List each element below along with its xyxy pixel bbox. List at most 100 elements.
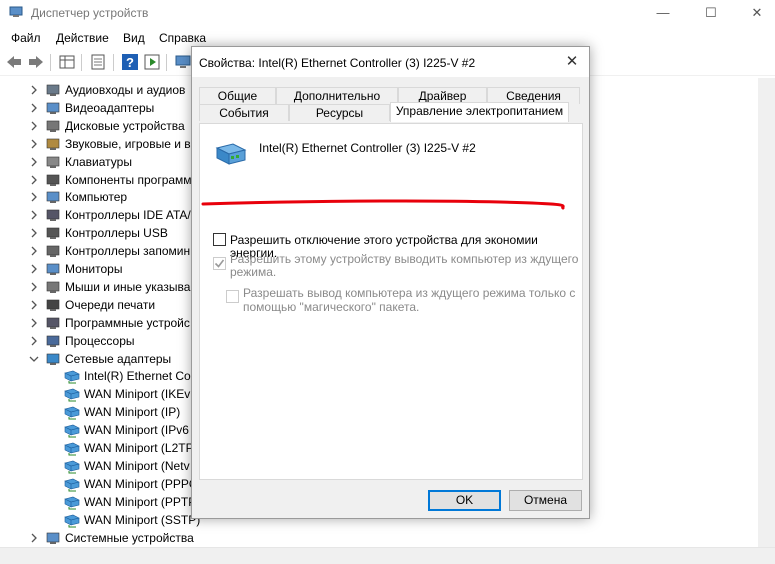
menu-file[interactable]: Файл [11,31,41,45]
device-category-icon [46,299,60,311]
chevron-right-icon[interactable] [29,174,39,186]
back-arrow-icon[interactable] [5,53,23,71]
tab-advanced[interactable]: Дополнительно [276,87,398,104]
allow-wake-label-line1: Разрешить этому устройству выводить комп… [230,252,579,266]
device-category-icon [46,335,60,347]
chevron-down-icon[interactable] [29,353,39,365]
minimize-button[interactable]: — [640,3,686,23]
tree-child-label: WAN Miniport (L2TP [84,441,194,455]
chevron-right-icon[interactable] [29,281,39,293]
menu-action[interactable]: Действие [56,31,109,45]
forward-arrow-icon[interactable] [27,53,45,71]
run-icon[interactable] [143,53,161,71]
network-adapter-icon [215,143,247,165]
document-icon[interactable] [89,53,107,71]
network-adapter-icon [64,371,80,384]
chevron-right-icon[interactable] [29,532,39,544]
tree-item[interactable]: Компьютер [0,188,200,206]
tree-child-item[interactable]: WAN Miniport (IKEv [0,385,200,403]
chevron-right-icon[interactable] [29,335,39,347]
tree-item[interactable]: Видеоадаптеры [0,99,200,117]
tab-general[interactable]: Общие [199,87,276,104]
chevron-right-icon[interactable] [29,138,39,150]
chevron-right-icon[interactable] [29,102,39,114]
dialog-title-bar: Свойства: Intel(R) Ethernet Controller (… [192,47,589,77]
tree-item-label: Звуковые, игровые и в [65,136,191,151]
device-category-icon [46,281,60,293]
chevron-right-icon[interactable] [29,299,39,311]
magic-packet-checkbox[interactable] [226,290,239,303]
network-adapter-icon [64,478,80,492]
network-adapter-icon [64,406,80,420]
tree-item[interactable]: Мониторы [0,260,200,278]
tree-item[interactable]: Компоненты программ [0,171,200,189]
allow-wake-checkbox[interactable] [213,257,226,270]
chevron-right-icon[interactable] [29,263,39,275]
tree-child-label: WAN Miniport (IPv6 [84,423,189,438]
chevron-right-icon[interactable] [29,156,39,168]
monitor-icon[interactable] [174,53,192,71]
menu-help[interactable]: Справка [159,31,206,45]
tree-item[interactable]: Процессоры [0,332,200,350]
title-bar: Диспетчер устройств — ☐ ✕ [0,0,775,26]
toolbar-separator [113,54,114,71]
ok-button[interactable]: OK [428,490,501,511]
chevron-right-icon[interactable] [29,317,39,329]
tree-child-item[interactable]: WAN Miniport (SSTP) [0,511,200,529]
tree-item[interactable]: Клавиатуры [0,153,200,171]
chevron-right-icon[interactable] [29,84,39,96]
tree-item[interactable]: Аудиовходы и аудиов [0,81,200,99]
close-window-button[interactable]: ✕ [734,3,775,23]
chevron-right-icon[interactable] [29,245,39,257]
chevron-right-icon[interactable] [29,227,39,239]
maximize-button[interactable]: ☐ [688,3,734,23]
chevron-right-icon[interactable] [29,120,39,132]
tree-item[interactable]: Звуковые, игровые и в [0,135,200,153]
tree-item[interactable]: Мыши и иные указыва [0,278,200,296]
vertical-scrollbar[interactable] [758,78,775,547]
tree-item[interactable]: Сетевые адаптеры [0,350,200,368]
tree-item-label: Компоненты программ [65,172,192,187]
toolbar-separator [50,54,51,71]
cancel-button[interactable]: Отмена [509,490,582,511]
network-adapter-icon [64,442,80,456]
tree-item-label: Контроллеры USB [65,226,168,241]
dialog-close-button[interactable]: ✕ [563,53,581,71]
power-management-panel: Intel(R) Ethernet Controller (3) I225-V … [199,123,583,480]
tree-item[interactable]: Системные устройства [0,529,200,547]
chevron-right-icon[interactable] [29,209,39,221]
tree-child-item[interactable]: WAN Miniport (IP) [0,403,200,421]
tree-item-label: Процессоры [65,333,135,348]
tree-child-item[interactable]: WAN Miniport (PPTP [0,493,200,511]
device-category-icon [46,156,60,168]
tab-events[interactable]: События [199,104,289,121]
tree-item[interactable]: Очереди печати [0,296,200,314]
tree-child-item[interactable]: WAN Miniport (PPPO [0,475,200,493]
device-category-icon [46,353,60,365]
tree-item[interactable]: Контроллеры запомин [0,242,200,260]
chevron-right-icon[interactable] [29,191,39,203]
device-category-icon [46,120,60,132]
tree-item-label: Видеоадаптеры [65,100,155,115]
toolbar-separator [166,54,167,71]
tree-child-item[interactable]: Intel(R) Ethernet Cor [0,367,200,385]
tree-item[interactable]: Контроллеры IDE ATA/ [0,206,200,224]
device-name: Intel(R) Ethernet Controller (3) I225-V … [259,141,476,155]
network-adapter-icon [64,424,80,438]
help-icon[interactable]: ? [121,53,139,71]
tree-item[interactable]: Дисковые устройства [0,117,200,135]
tree-child-item[interactable]: WAN Miniport (Netv [0,457,200,475]
menu-view[interactable]: Вид [123,31,145,45]
network-adapter-icon [64,460,80,474]
tree-child-item[interactable]: WAN Miniport (L2TP [0,439,200,457]
properties-grid-icon[interactable] [58,53,76,71]
device-category-icon [46,192,60,204]
allow-turn-off-checkbox[interactable] [213,233,226,246]
tree-item[interactable]: Контроллеры USB [0,224,200,242]
tree-child-item[interactable]: WAN Miniport (IPv6 [0,421,200,439]
tab-power-management[interactable]: Управление электропитанием [390,102,569,122]
horizontal-scrollbar[interactable] [0,547,775,564]
dialog-title: Свойства: Intel(R) Ethernet Controller (… [199,56,476,70]
tab-resources[interactable]: Ресурсы [289,104,390,121]
tree-item[interactable]: Программные устройс [0,314,200,332]
